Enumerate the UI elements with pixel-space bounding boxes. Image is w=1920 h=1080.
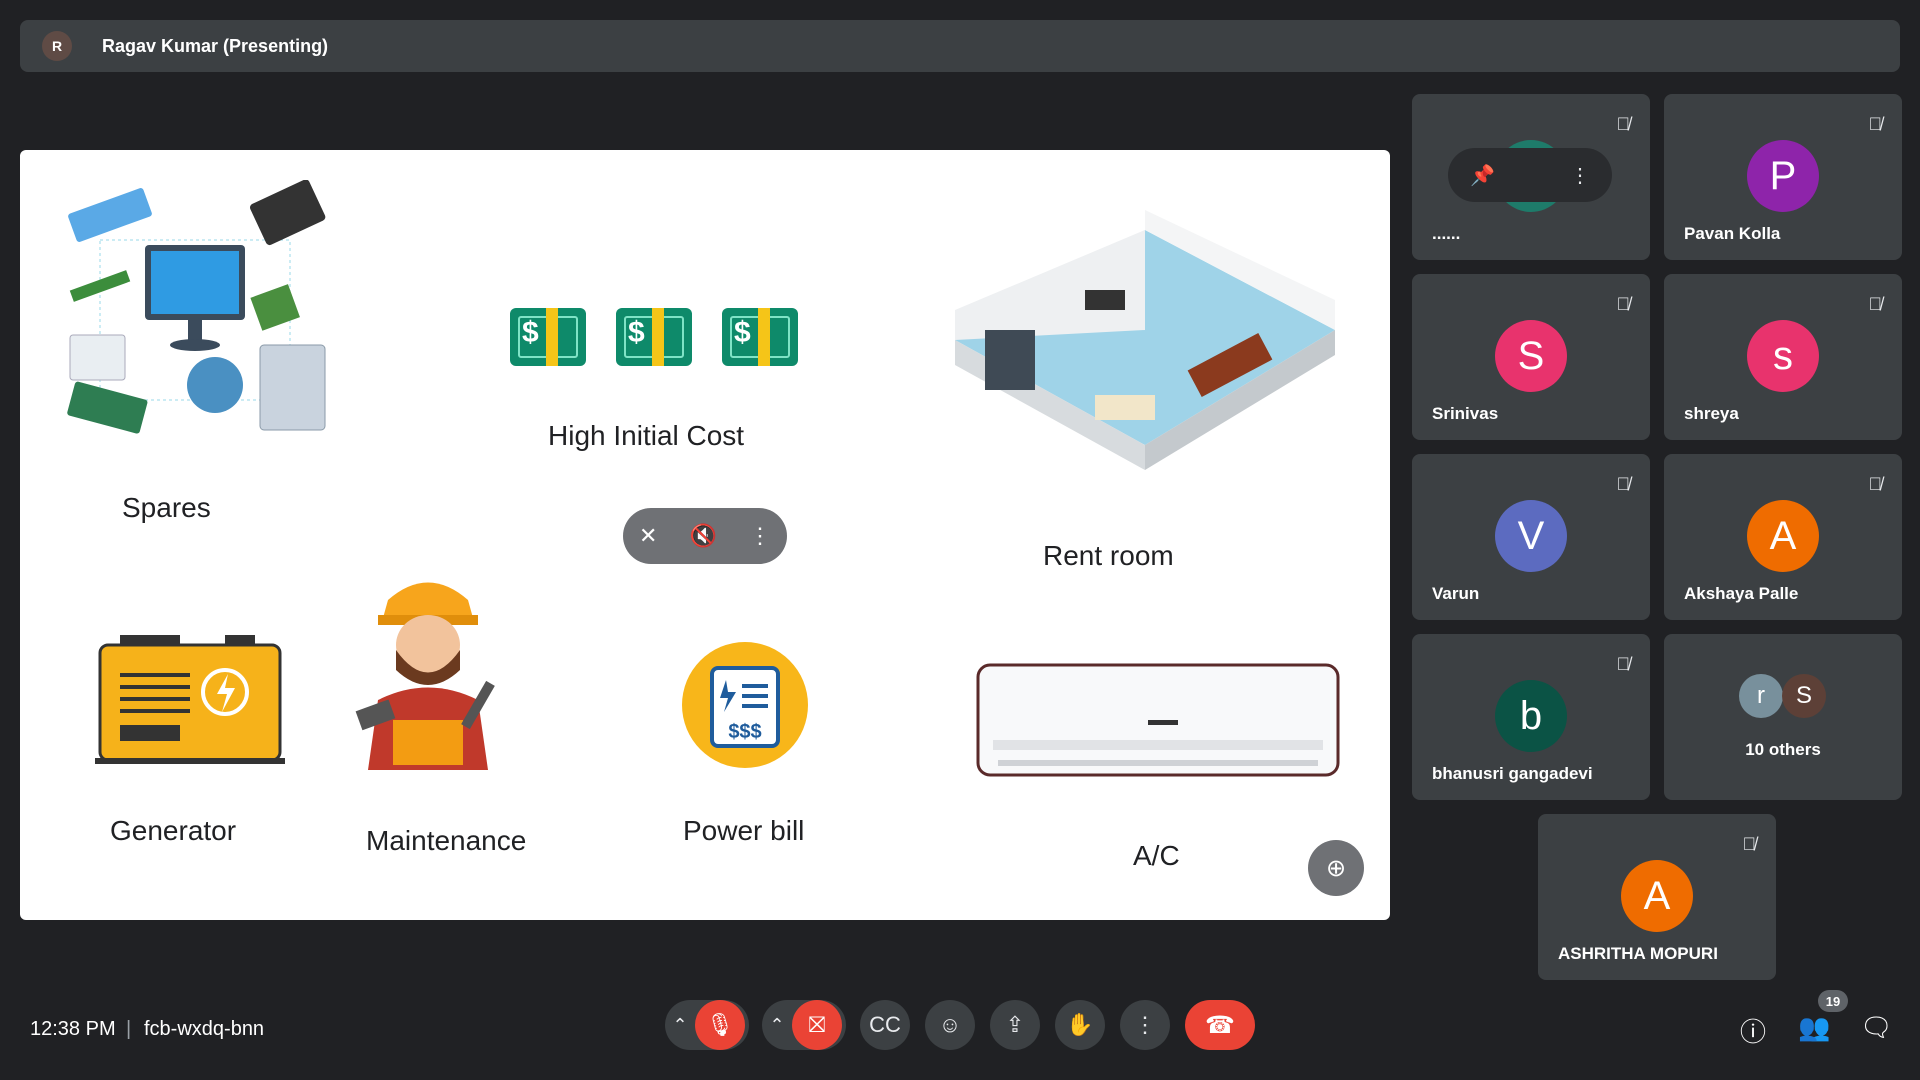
captions-button[interactable]: CC — [860, 1000, 910, 1050]
camera-off-icon: ⛝ — [808, 1012, 826, 1037]
chevron-up-icon[interactable]: ⌃ — [665, 1015, 695, 1036]
mic-control: ⌃ 🎙 — [665, 1000, 749, 1050]
avatar: S — [1495, 320, 1567, 392]
mic-off-icon: 🎙̸ — [1616, 474, 1631, 494]
zoom-icon: ⊕ — [1325, 854, 1347, 882]
participant-tile[interactable]: 🎙̸ S Srinivas — [1412, 274, 1650, 440]
rent-room-illustration — [955, 210, 1335, 470]
money-bills-illustration: $ $ $ — [510, 308, 798, 371]
participant-name: bhanusri gangadevi — [1432, 764, 1593, 783]
participant-name: Akshaya Palle — [1684, 584, 1799, 603]
power-bill-illustration: $$$ — [682, 642, 808, 768]
chat-icon[interactable]: 🗨 — [1860, 1012, 1893, 1043]
participant-tile[interactable]: 🎙̸ V Varun — [1412, 454, 1650, 620]
camera-toggle-button[interactable]: ⛝ — [792, 1000, 842, 1050]
avatar: S — [1782, 674, 1826, 718]
clock: 12:38 PM — [30, 1018, 116, 1040]
mute-presentation-icon[interactable]: 🔇 — [690, 523, 717, 549]
presentation-controls: ✕ 🔇 ⋮ — [623, 508, 787, 564]
tile-hover-controls: 📌 ⋮ — [1448, 148, 1612, 202]
avatar: s — [1747, 320, 1819, 392]
present-button[interactable]: ⇪ — [990, 1000, 1040, 1050]
mic-off-icon: 🎙̸ — [1868, 294, 1883, 314]
avatar: b — [1495, 680, 1567, 752]
participant-tile[interactable]: 🎙̸ P Pavan Kolla — [1664, 94, 1902, 260]
raise-hand-button[interactable]: ✋ — [1055, 1000, 1105, 1050]
participant-tile[interactable]: 🎙̸ b bhanusri gangadevi — [1412, 634, 1650, 800]
bill-icon: $ — [616, 308, 692, 366]
maintenance-label: Maintenance — [366, 825, 527, 856]
more-options-button[interactable]: ⋮ — [1120, 1000, 1170, 1050]
bill-icon: $ — [722, 308, 798, 366]
mic-toggle-button[interactable]: 🎙 — [695, 1000, 745, 1050]
presenter-bar: R Ragav Kumar (Presenting) — [20, 20, 1900, 72]
reactions-button[interactable]: ☺ — [925, 1000, 975, 1050]
people-icon[interactable]: 👥 — [1798, 1012, 1830, 1043]
high-initial-cost-label: High Initial Cost — [548, 420, 745, 451]
power-bill-label: Power bill — [683, 815, 805, 846]
emoji-icon: ☺ — [938, 1012, 962, 1037]
participant-tile[interactable]: 🎙̸ A Akshaya Palle — [1664, 454, 1902, 620]
spares-label: Spares — [122, 492, 211, 523]
meeting-code: fcb-wxdq-bnn — [144, 1018, 265, 1040]
ac-illustration — [976, 663, 1340, 777]
mic-off-icon: 🎙̸ — [1616, 114, 1631, 134]
captions-icon: CC — [869, 1012, 901, 1037]
present-icon: ⇪ — [1005, 1012, 1025, 1037]
participant-name: Varun — [1432, 584, 1480, 603]
avatar: P — [1747, 140, 1819, 212]
more-vert-icon[interactable]: ⋮ — [1570, 163, 1590, 188]
bottom-bar: 12:38 PM | fcb-wxdq-bnn ⌃ 🎙 ⌃ ⛝ CC ☺ ⇪ ✋… — [0, 990, 1920, 1070]
participant-name: ...... — [1432, 224, 1461, 243]
svg-text:$$$: $$$ — [728, 721, 761, 743]
camera-control: ⌃ ⛝ — [762, 1000, 846, 1050]
rent-room-label: Rent room — [1043, 540, 1174, 571]
mic-off-icon: 🎙̸ — [1616, 654, 1631, 674]
avatar: A — [1621, 860, 1693, 932]
participant-name: Srinivas — [1432, 404, 1499, 423]
avatar: r — [1739, 674, 1783, 718]
participant-name: shreya — [1684, 404, 1739, 423]
avatar: A — [1747, 500, 1819, 572]
presenter-name: Ragav Kumar (Presenting) — [102, 35, 329, 56]
mic-off-icon: 🎙̸ — [1616, 294, 1631, 314]
pin-icon[interactable]: 📌 — [1470, 163, 1495, 188]
raise-hand-icon: ✋ — [1066, 1012, 1094, 1037]
participant-tile[interactable]: 🎙̸ A ASHRITHA MOPURI — [1538, 814, 1776, 980]
presenter-avatar: R — [42, 31, 72, 61]
spares-illustration — [67, 180, 326, 434]
end-call-icon: ☎ — [1205, 1011, 1235, 1039]
unpin-icon[interactable]: ✕ — [639, 523, 657, 549]
generator-illustration — [95, 635, 285, 764]
people-count-badge: 19 — [1818, 990, 1848, 1012]
chevron-up-icon[interactable]: ⌃ — [762, 1015, 792, 1036]
participant-name: Pavan Kolla — [1684, 224, 1781, 243]
others-count-label: 10 others — [1745, 740, 1821, 759]
zoom-in-button[interactable]: ⊕ — [1308, 840, 1364, 896]
mic-off-icon: 🎙̸ — [1742, 834, 1757, 854]
participant-name: ASHRITHA MOPURI — [1558, 944, 1718, 963]
avatar: V — [1495, 500, 1567, 572]
mic-off-icon: 🎙̸ — [1868, 114, 1883, 134]
info-icon[interactable]: ⓘ — [1740, 1012, 1766, 1049]
mic-off-icon: 🎙 — [706, 1012, 734, 1037]
more-vert-icon[interactable]: ⋮ — [749, 523, 771, 549]
end-call-button[interactable]: ☎ — [1185, 1000, 1255, 1050]
shared-slide: Spares $ $ $ High Initial Cost Rent room G… — [20, 150, 1390, 920]
maintenance-illustration — [355, 582, 495, 770]
participant-tile[interactable]: 🎙̸ 📌 ⋮ ...... — [1412, 94, 1650, 260]
others-tile[interactable]: r S 10 others — [1664, 634, 1902, 800]
generator-label: Generator — [110, 815, 237, 846]
more-vert-icon: ⋮ — [1134, 1012, 1156, 1037]
divider: | — [126, 1018, 132, 1040]
bill-icon: $ — [510, 308, 586, 366]
ac-label: A/C — [1133, 840, 1180, 871]
mic-off-icon: 🎙̸ — [1868, 474, 1883, 494]
participant-tile[interactable]: 🎙̸ s shreya — [1664, 274, 1902, 440]
